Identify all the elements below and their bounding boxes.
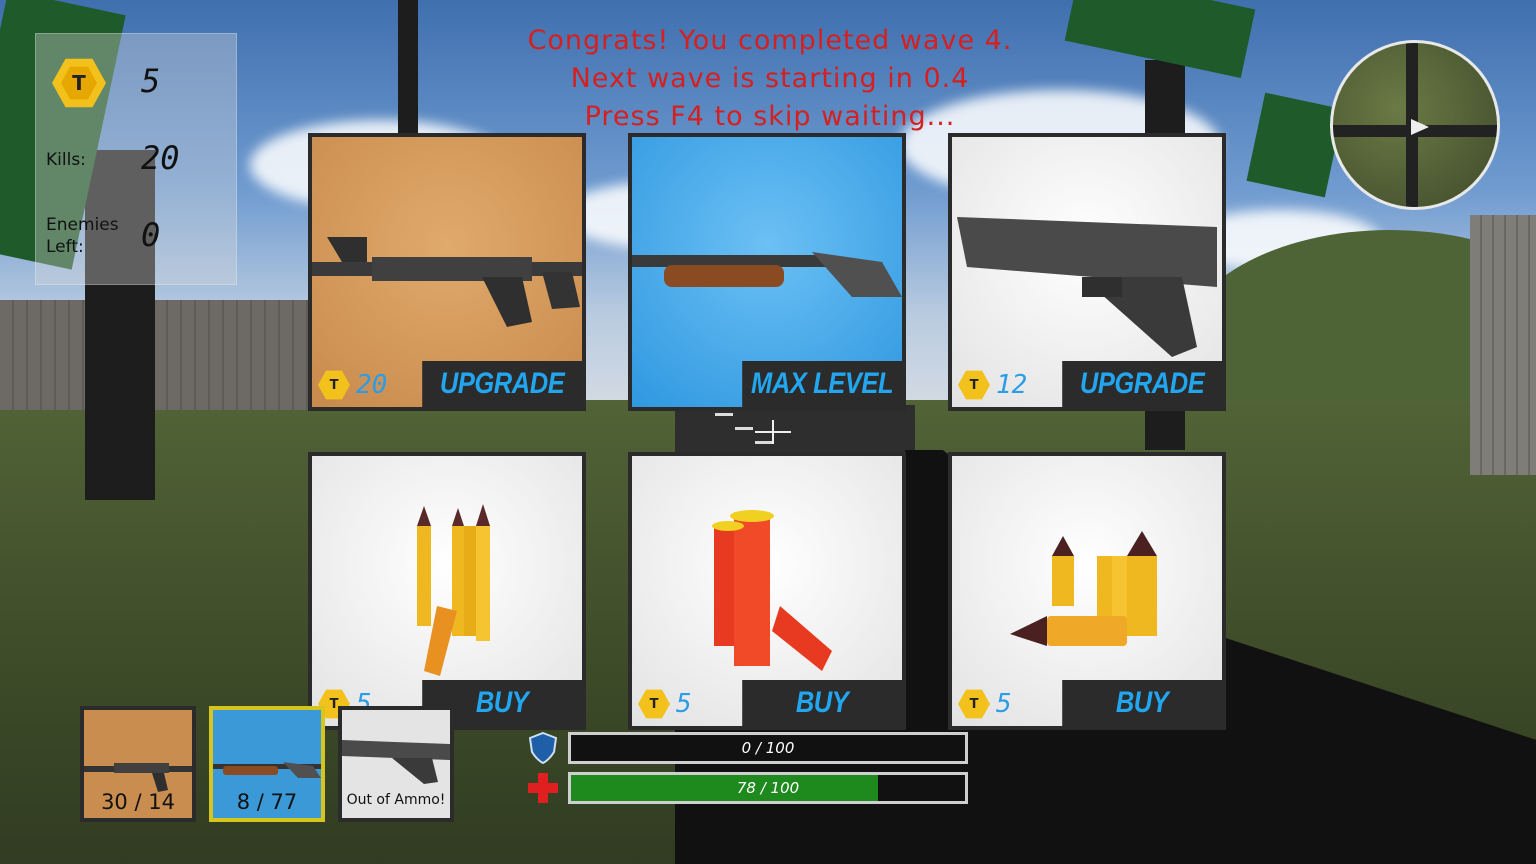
ammo-count: Out of Ammo! — [346, 792, 446, 808]
price-tag: T 5 — [638, 688, 692, 720]
wave-complete-text: Congrats! You completed wave 4. — [527, 25, 1013, 56]
rifle-ammo-icon — [417, 504, 490, 676]
health-bar: 78 / 100 — [568, 772, 968, 804]
wave-message: Congrats! You completed wave 4. Next wav… — [380, 22, 1160, 136]
shop-card-shotgun-shells[interactable]: T 5 BUY — [628, 452, 906, 730]
buy-button[interactable]: BUY — [1062, 680, 1222, 726]
shop-card-rifle-ammo[interactable]: T 5 BUY — [308, 452, 586, 730]
price-tag: T 12 — [958, 369, 1027, 401]
ammo-count: 30 / 14 — [101, 790, 175, 814]
coin-icon: T — [318, 370, 350, 400]
stats-panel: T 5 Kills: 20 Enemies Left: 0 — [35, 33, 237, 285]
coin-count: 5 — [141, 62, 161, 100]
coin-icon: T — [52, 56, 106, 110]
health-cross-icon — [528, 773, 558, 803]
player-arrow-icon — [1411, 119, 1429, 135]
enemies-left-label: Enemies Left: — [46, 215, 119, 257]
buy-button[interactable]: BUY — [742, 680, 902, 726]
shield-icon — [529, 732, 557, 764]
coin-icon: T — [638, 689, 670, 719]
pistol-ammo-icon — [1010, 531, 1157, 646]
crosshair-icon — [755, 420, 791, 444]
max-level-button[interactable]: MAX LEVEL — [742, 361, 902, 407]
shop-card-shotgun[interactable]: MAX LEVEL — [628, 133, 906, 411]
price-tag: T 5 — [958, 688, 1012, 720]
barn — [1470, 215, 1536, 475]
armor-text: 0 / 100 — [741, 739, 795, 757]
shop-card-assault-rifle[interactable]: T 20 UPGRADE — [308, 133, 586, 411]
shotgun-icon — [632, 252, 902, 297]
coin-icon: T — [958, 689, 990, 719]
enemies-left-count: 0 — [141, 216, 161, 254]
inventory-slot-shotgun[interactable]: 8 / 77 — [209, 706, 325, 822]
next-wave-countdown: Next wave is starting in 0.4 — [570, 63, 970, 94]
skip-hint: Press F4 to skip waiting... — [584, 101, 956, 132]
pistol-icon — [342, 740, 450, 784]
shop-card-pistol[interactable]: T 12 UPGRADE — [948, 133, 1226, 411]
ammo-count: 8 / 77 — [236, 790, 298, 814]
inventory-slot-pistol[interactable]: Out of Ammo! — [338, 706, 454, 822]
kills-label: Kills: — [46, 150, 86, 170]
assault-rifle-icon — [312, 237, 582, 327]
upgrade-button[interactable]: UPGRADE — [422, 361, 582, 407]
minimap — [1330, 40, 1500, 210]
health-text: 78 / 100 — [736, 779, 800, 797]
armor-bar: 0 / 100 — [568, 732, 968, 764]
price-tag: T 20 — [318, 369, 387, 401]
pistol-icon — [957, 217, 1217, 357]
inventory-slot-assault-rifle[interactable]: 30 / 14 — [80, 706, 196, 822]
shop-card-pistol-ammo[interactable]: T 5 BUY — [948, 452, 1226, 730]
shotgun-shells-icon — [712, 510, 832, 671]
fence — [0, 300, 330, 410]
kills-count: 20 — [141, 139, 180, 177]
upgrade-button[interactable]: UPGRADE — [1062, 361, 1222, 407]
coin-icon: T — [958, 370, 990, 400]
